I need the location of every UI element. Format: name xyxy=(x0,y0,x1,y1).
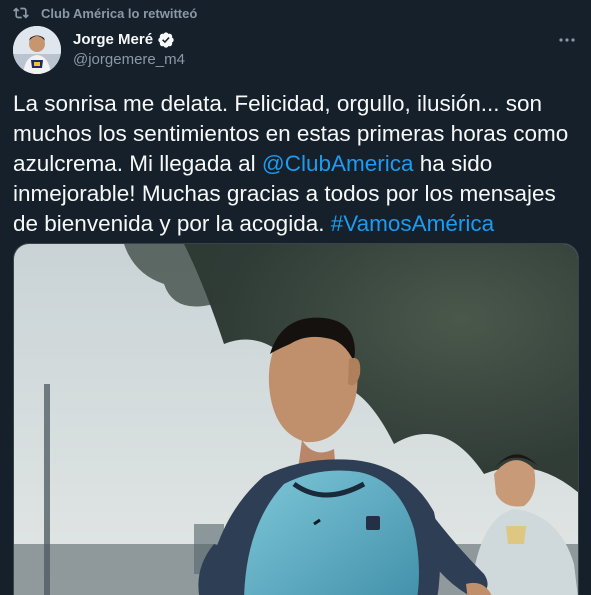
tweet-text: La sonrisa me delata. Felicidad, orgullo… xyxy=(13,89,583,239)
retweet-icon xyxy=(13,5,29,21)
author-name[interactable]: Jorge Meré xyxy=(73,30,153,50)
retweet-context[interactable]: Club América lo retwitteó xyxy=(13,3,197,23)
verified-badge-icon xyxy=(157,31,175,49)
mention-link[interactable]: @ClubAmerica xyxy=(262,151,414,176)
hashtag-link[interactable]: #VamosAmérica xyxy=(331,211,494,236)
more-options-icon[interactable] xyxy=(557,30,577,50)
retweet-label: Club América lo retwitteó xyxy=(41,5,198,21)
author-block[interactable]: Jorge Meré @jorgemere_m4 xyxy=(13,26,185,74)
author-handle[interactable]: @jorgemere_m4 xyxy=(73,50,185,70)
tweet[interactable]: Club América lo retwitteó Jorge Meré @jo… xyxy=(0,0,591,595)
avatar[interactable] xyxy=(13,26,61,74)
tweet-photo[interactable] xyxy=(13,243,579,595)
